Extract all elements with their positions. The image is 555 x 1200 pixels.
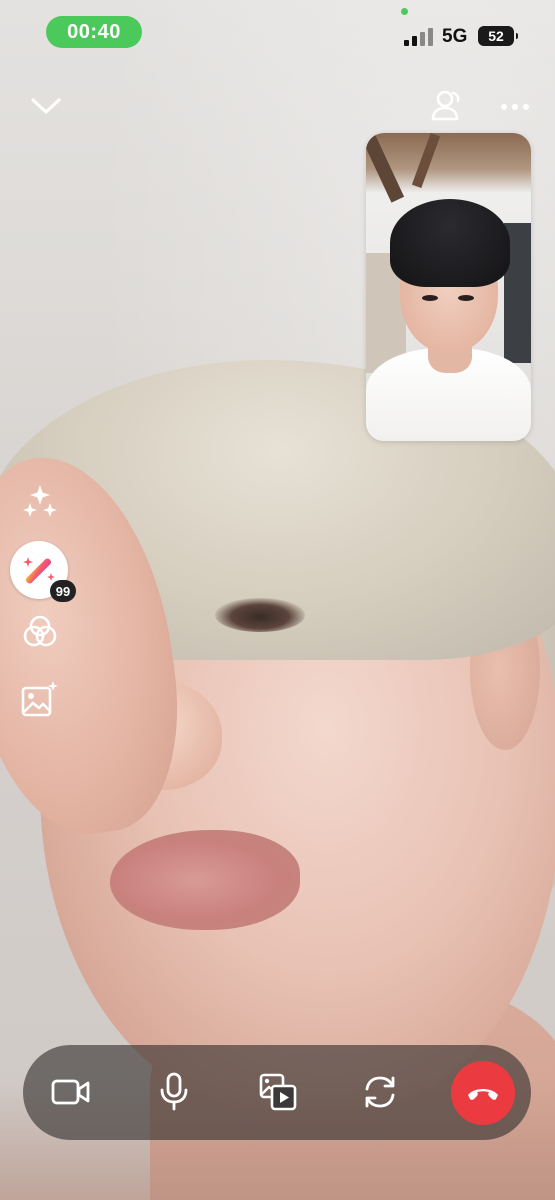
effects-count-badge: 99: [50, 580, 76, 602]
background-button[interactable]: [20, 680, 60, 720]
more-options-button[interactable]: [496, 90, 534, 124]
filters-button[interactable]: [20, 612, 60, 652]
self-view-video[interactable]: [366, 133, 531, 441]
toggle-microphone-button[interactable]: [142, 1060, 206, 1124]
network-type: 5G: [442, 26, 468, 47]
battery-indicator: 52: [478, 26, 518, 46]
toggle-camera-button[interactable]: [39, 1060, 103, 1124]
participants-button[interactable]: [426, 86, 466, 126]
sparkles-icon: [23, 485, 57, 517]
beauty-button[interactable]: [20, 482, 60, 522]
video-camera-icon: [51, 1079, 90, 1105]
status-bar: 00:40 5G 52: [0, 0, 555, 64]
microphone-icon: [160, 1072, 188, 1111]
image-sparkle-icon: [21, 681, 58, 717]
flip-camera-button[interactable]: [348, 1060, 412, 1124]
call-timer[interactable]: 00:40: [46, 16, 142, 48]
end-call-button[interactable]: [451, 1061, 515, 1125]
cellular-signal-icon: [404, 28, 434, 46]
end-call-icon: [468, 1089, 498, 1100]
participants-icon: [431, 90, 460, 121]
flip-camera-icon: [365, 1076, 395, 1108]
more-dots-icon: [501, 104, 529, 110]
share-media-icon: [259, 1073, 297, 1111]
chevron-down-icon: [31, 98, 61, 114]
camera-in-use-indicator: [401, 8, 408, 15]
minimize-call-button[interactable]: [26, 88, 66, 124]
share-media-button[interactable]: [246, 1060, 310, 1124]
filter-circles-icon: [23, 615, 57, 647]
